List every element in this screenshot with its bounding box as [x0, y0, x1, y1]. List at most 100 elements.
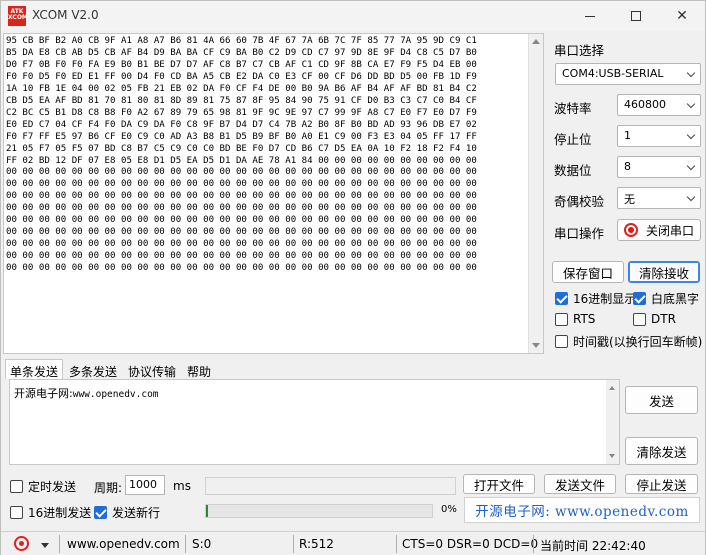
white-background-label: 白底黑字 — [651, 292, 700, 306]
timed-send-checkbox[interactable]: 定时发送 — [10, 478, 76, 495]
baud-label: 波特率 — [554, 101, 592, 116]
tab-single-send[interactable]: 单条发送 — [5, 359, 64, 379]
status-website[interactable]: www.openedv.com — [67, 537, 180, 551]
send-button[interactable]: 发送 — [625, 386, 698, 414]
parity-select[interactable]: 无 — [617, 187, 701, 209]
checkbox-unchecked-icon — [555, 312, 568, 326]
parity-label: 奇偶校验 — [554, 194, 605, 209]
checkbox-checked-icon — [94, 506, 107, 519]
port-select-value: COM4:USB-SERIAL — [562, 67, 664, 80]
send-progress-bar — [205, 504, 433, 518]
minimize-button[interactable] — [567, 1, 613, 31]
stop-bits-label: 停止位 — [554, 132, 592, 147]
stop-bits-select[interactable]: 1 — [617, 125, 701, 147]
settings-gear-icon[interactable] — [14, 536, 29, 551]
scroll-up-icon[interactable] — [609, 386, 615, 390]
status-divider — [533, 535, 534, 553]
send-file-path-bar — [205, 477, 456, 495]
data-bits-value: 8 — [624, 160, 631, 173]
maximize-button[interactable] — [613, 1, 659, 31]
checkbox-checked-icon — [555, 292, 568, 305]
status-divider — [59, 535, 60, 553]
hex-send-checkbox[interactable]: 16进制发送 — [10, 504, 91, 521]
send-newline-checkbox[interactable]: 发送新行 — [94, 504, 160, 521]
receive-textarea[interactable]: 95 CB BF B2 A0 CB 9F A1 A8 A7 B6 81 4A 6… — [3, 33, 544, 354]
status-sent-count: S:0 — [192, 537, 212, 551]
close-icon: ✕ — [676, 8, 688, 24]
stop-send-button[interactable]: 停止发送 — [625, 474, 698, 494]
status-current-time: 当前时间 22:42:40 — [540, 539, 646, 553]
port-status-icon — [624, 223, 638, 237]
tab-help[interactable]: 帮助 — [182, 359, 216, 379]
stop-send-label: 停止发送 — [636, 477, 687, 493]
send-text-content: 开源电子网:www.openedv.com — [14, 385, 159, 401]
data-bits-label: 数据位 — [554, 163, 592, 178]
hex-display-label: 16进制显示 — [573, 292, 637, 306]
tab-protocol[interactable]: 协议传输 — [123, 359, 181, 379]
send-progress-percent: 0% — [441, 504, 457, 515]
maximize-icon — [631, 11, 641, 21]
clear-send-button[interactable]: 清除发送 — [625, 437, 698, 465]
status-received-count: R:512 — [299, 537, 334, 551]
scroll-up-icon[interactable] — [532, 39, 540, 44]
send-textarea[interactable]: 开源电子网:www.openedv.com — [9, 379, 620, 465]
clear-send-label: 清除发送 — [636, 444, 687, 460]
send-text-url: www.openedv.com — [72, 389, 159, 400]
open-file-button[interactable]: 打开文件 — [463, 474, 535, 494]
checkbox-checked-icon — [633, 292, 646, 305]
period-label: 周期: — [94, 481, 123, 495]
send-scrollbar[interactable] — [606, 380, 619, 464]
status-bar: www.openedv.com S:0 R:512 CTS=0 DSR=0 DC… — [1, 531, 705, 555]
clear-receive-button[interactable]: 清除接收 — [628, 261, 700, 283]
dropdown-arrow-icon[interactable] — [41, 543, 49, 548]
minimize-icon — [585, 15, 595, 17]
send-text-label: 开源电子网: — [14, 387, 73, 400]
chevron-down-icon — [686, 99, 696, 109]
white-background-checkbox[interactable]: 白底黑字 — [633, 290, 699, 307]
rts-label: RTS — [573, 312, 596, 326]
parity-select-value: 无 — [624, 193, 635, 206]
title-bar[interactable]: ATK XCOM XCOM V2.0 ✕ — [1, 1, 705, 31]
receive-data-text: 95 CB BF B2 A0 CB 9F A1 A8 A7 B6 81 4A 6… — [6, 36, 477, 274]
status-line-state: CTS=0 DSR=0 DCD=0 — [402, 537, 539, 551]
chevron-down-icon — [686, 130, 696, 140]
app-logo-icon: ATK XCOM — [8, 6, 28, 26]
dtr-checkbox[interactable]: DTR — [633, 312, 676, 326]
port-select-label: 串口选择 — [554, 43, 605, 58]
clear-receive-label: 清除接收 — [638, 265, 689, 281]
status-divider — [185, 535, 186, 553]
hex-display-checkbox[interactable]: 16进制显示 — [555, 290, 636, 307]
timestamp-checkbox[interactable]: 时间戳(以换行回车断帧) — [555, 333, 702, 350]
send-newline-label: 发送新行 — [112, 506, 161, 520]
period-value: 1000 — [129, 478, 157, 491]
close-button[interactable]: ✕ — [659, 1, 705, 31]
status-divider — [293, 535, 294, 553]
window-title: XCOM V2.0 — [32, 8, 99, 22]
data-bits-select[interactable]: 8 — [617, 156, 701, 178]
dtr-label: DTR — [651, 312, 676, 326]
port-select[interactable]: COM4:USB-SERIAL — [555, 63, 701, 85]
chevron-down-icon — [686, 161, 696, 171]
rts-checkbox[interactable]: RTS — [555, 312, 595, 326]
period-input[interactable]: 1000 — [125, 475, 165, 495]
open-file-label: 打开文件 — [473, 477, 524, 493]
send-file-button[interactable]: 发送文件 — [544, 474, 616, 494]
close-port-label: 关闭串口 — [646, 223, 695, 238]
receive-scrollbar[interactable] — [528, 34, 543, 353]
tab-multi-send[interactable]: 多条发送 — [64, 359, 122, 379]
timed-send-label: 定时发送 — [28, 480, 77, 494]
close-port-button[interactable]: 关闭串口 — [617, 219, 701, 241]
xcom-window: ATK XCOM XCOM V2.0 ✕ 95 CB BF B2 A0 CB 9F… — [0, 0, 706, 555]
scroll-down-icon[interactable] — [532, 343, 540, 348]
send-file-label: 发送文件 — [554, 477, 605, 493]
timestamp-label: 时间戳(以换行回车断帧) — [573, 335, 703, 349]
chevron-down-icon — [686, 192, 696, 202]
baud-select[interactable]: 460800 — [617, 94, 701, 116]
port-operation-label: 串口操作 — [554, 226, 605, 241]
chevron-down-icon — [686, 68, 696, 78]
send-progress-fill — [206, 505, 209, 517]
checkbox-unchecked-icon — [10, 480, 23, 493]
save-window-button[interactable]: 保存窗口 — [552, 261, 624, 283]
scroll-down-icon[interactable] — [609, 454, 615, 458]
website-link[interactable]: 开源电子网: www.openedv.com — [464, 497, 700, 523]
